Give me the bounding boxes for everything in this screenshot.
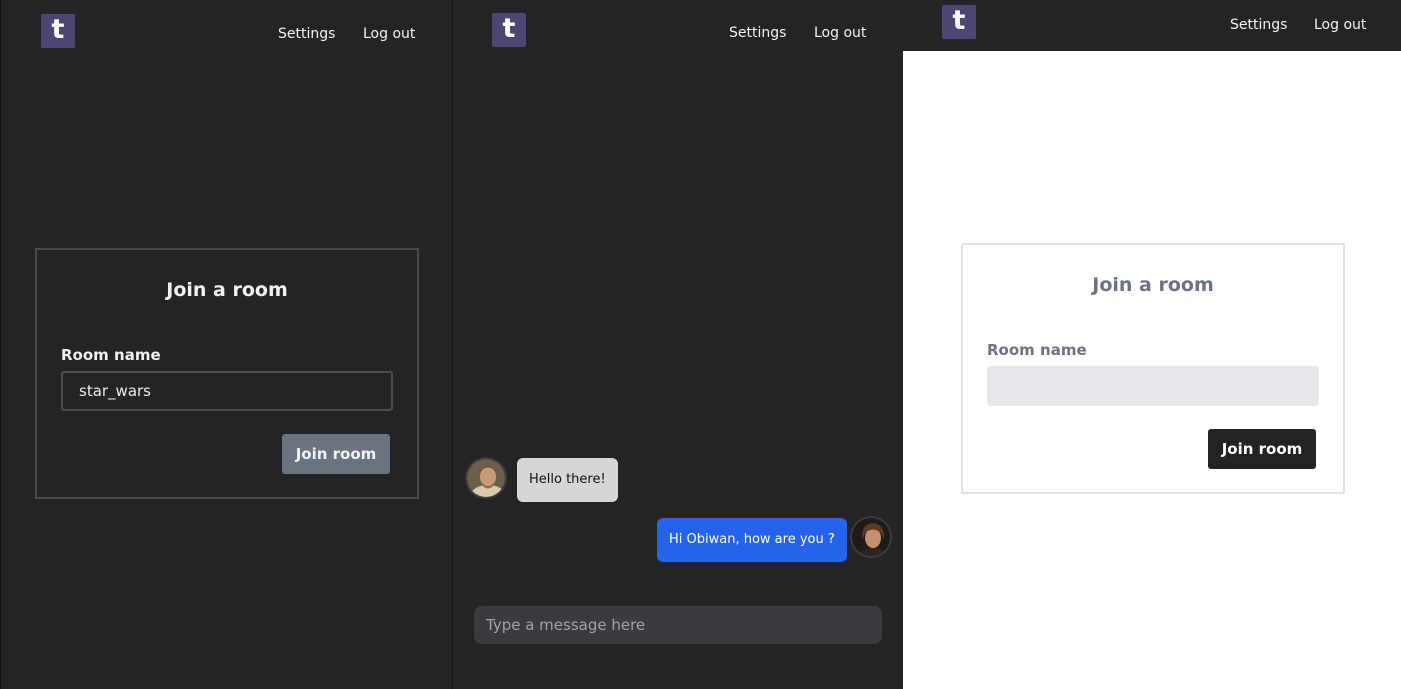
top-nav: t Settings Log out bbox=[903, 0, 1401, 51]
join-room-card: Join a room Room name Join room bbox=[35, 248, 419, 499]
received-message: Hello there! bbox=[517, 458, 618, 502]
top-nav: t Settings Log out bbox=[1, 0, 451, 52]
settings-link[interactable]: Settings bbox=[1230, 16, 1287, 34]
join-room-card: Join a room Room name Join room bbox=[961, 243, 1345, 494]
logout-link[interactable]: Log out bbox=[814, 24, 866, 42]
settings-link[interactable]: Settings bbox=[278, 25, 335, 43]
app-logo-icon[interactable]: t bbox=[492, 13, 526, 47]
chat-panel: t Settings Log out Hello there! Hi Obiwa… bbox=[452, 0, 902, 689]
join-room-light-panel: t Settings Log out Join a room Room name… bbox=[903, 0, 1401, 689]
join-room-dark-panel: t Settings Log out Join a room Room name… bbox=[0, 0, 451, 689]
user-avatar-icon bbox=[852, 518, 890, 556]
user-avatar-icon bbox=[467, 459, 505, 497]
room-name-input[interactable] bbox=[987, 366, 1319, 406]
room-name-label: Room name bbox=[987, 341, 1087, 359]
logo-tagline bbox=[37, 50, 83, 54]
card-title: Join a room bbox=[166, 279, 288, 301]
join-room-button[interactable]: Join room bbox=[1208, 429, 1316, 469]
app-logo-icon[interactable]: t bbox=[942, 5, 976, 39]
join-room-button[interactable]: Join room bbox=[282, 434, 390, 474]
room-name-label: Room name bbox=[61, 346, 161, 364]
logout-link[interactable]: Log out bbox=[363, 25, 415, 43]
app-logo-icon[interactable]: t bbox=[41, 14, 75, 48]
sent-message: Hi Obiwan, how are you ? bbox=[657, 518, 847, 562]
avatar[interactable] bbox=[465, 457, 507, 499]
avatar[interactable] bbox=[850, 516, 892, 558]
settings-link[interactable]: Settings bbox=[729, 24, 786, 42]
logout-link[interactable]: Log out bbox=[1314, 16, 1366, 34]
message-input[interactable] bbox=[474, 606, 882, 644]
room-name-input[interactable] bbox=[61, 371, 393, 411]
logo-tagline bbox=[488, 49, 534, 53]
top-nav: t Settings Log out bbox=[453, 0, 902, 52]
card-title: Join a room bbox=[1092, 274, 1214, 296]
logo-tagline bbox=[938, 41, 984, 45]
